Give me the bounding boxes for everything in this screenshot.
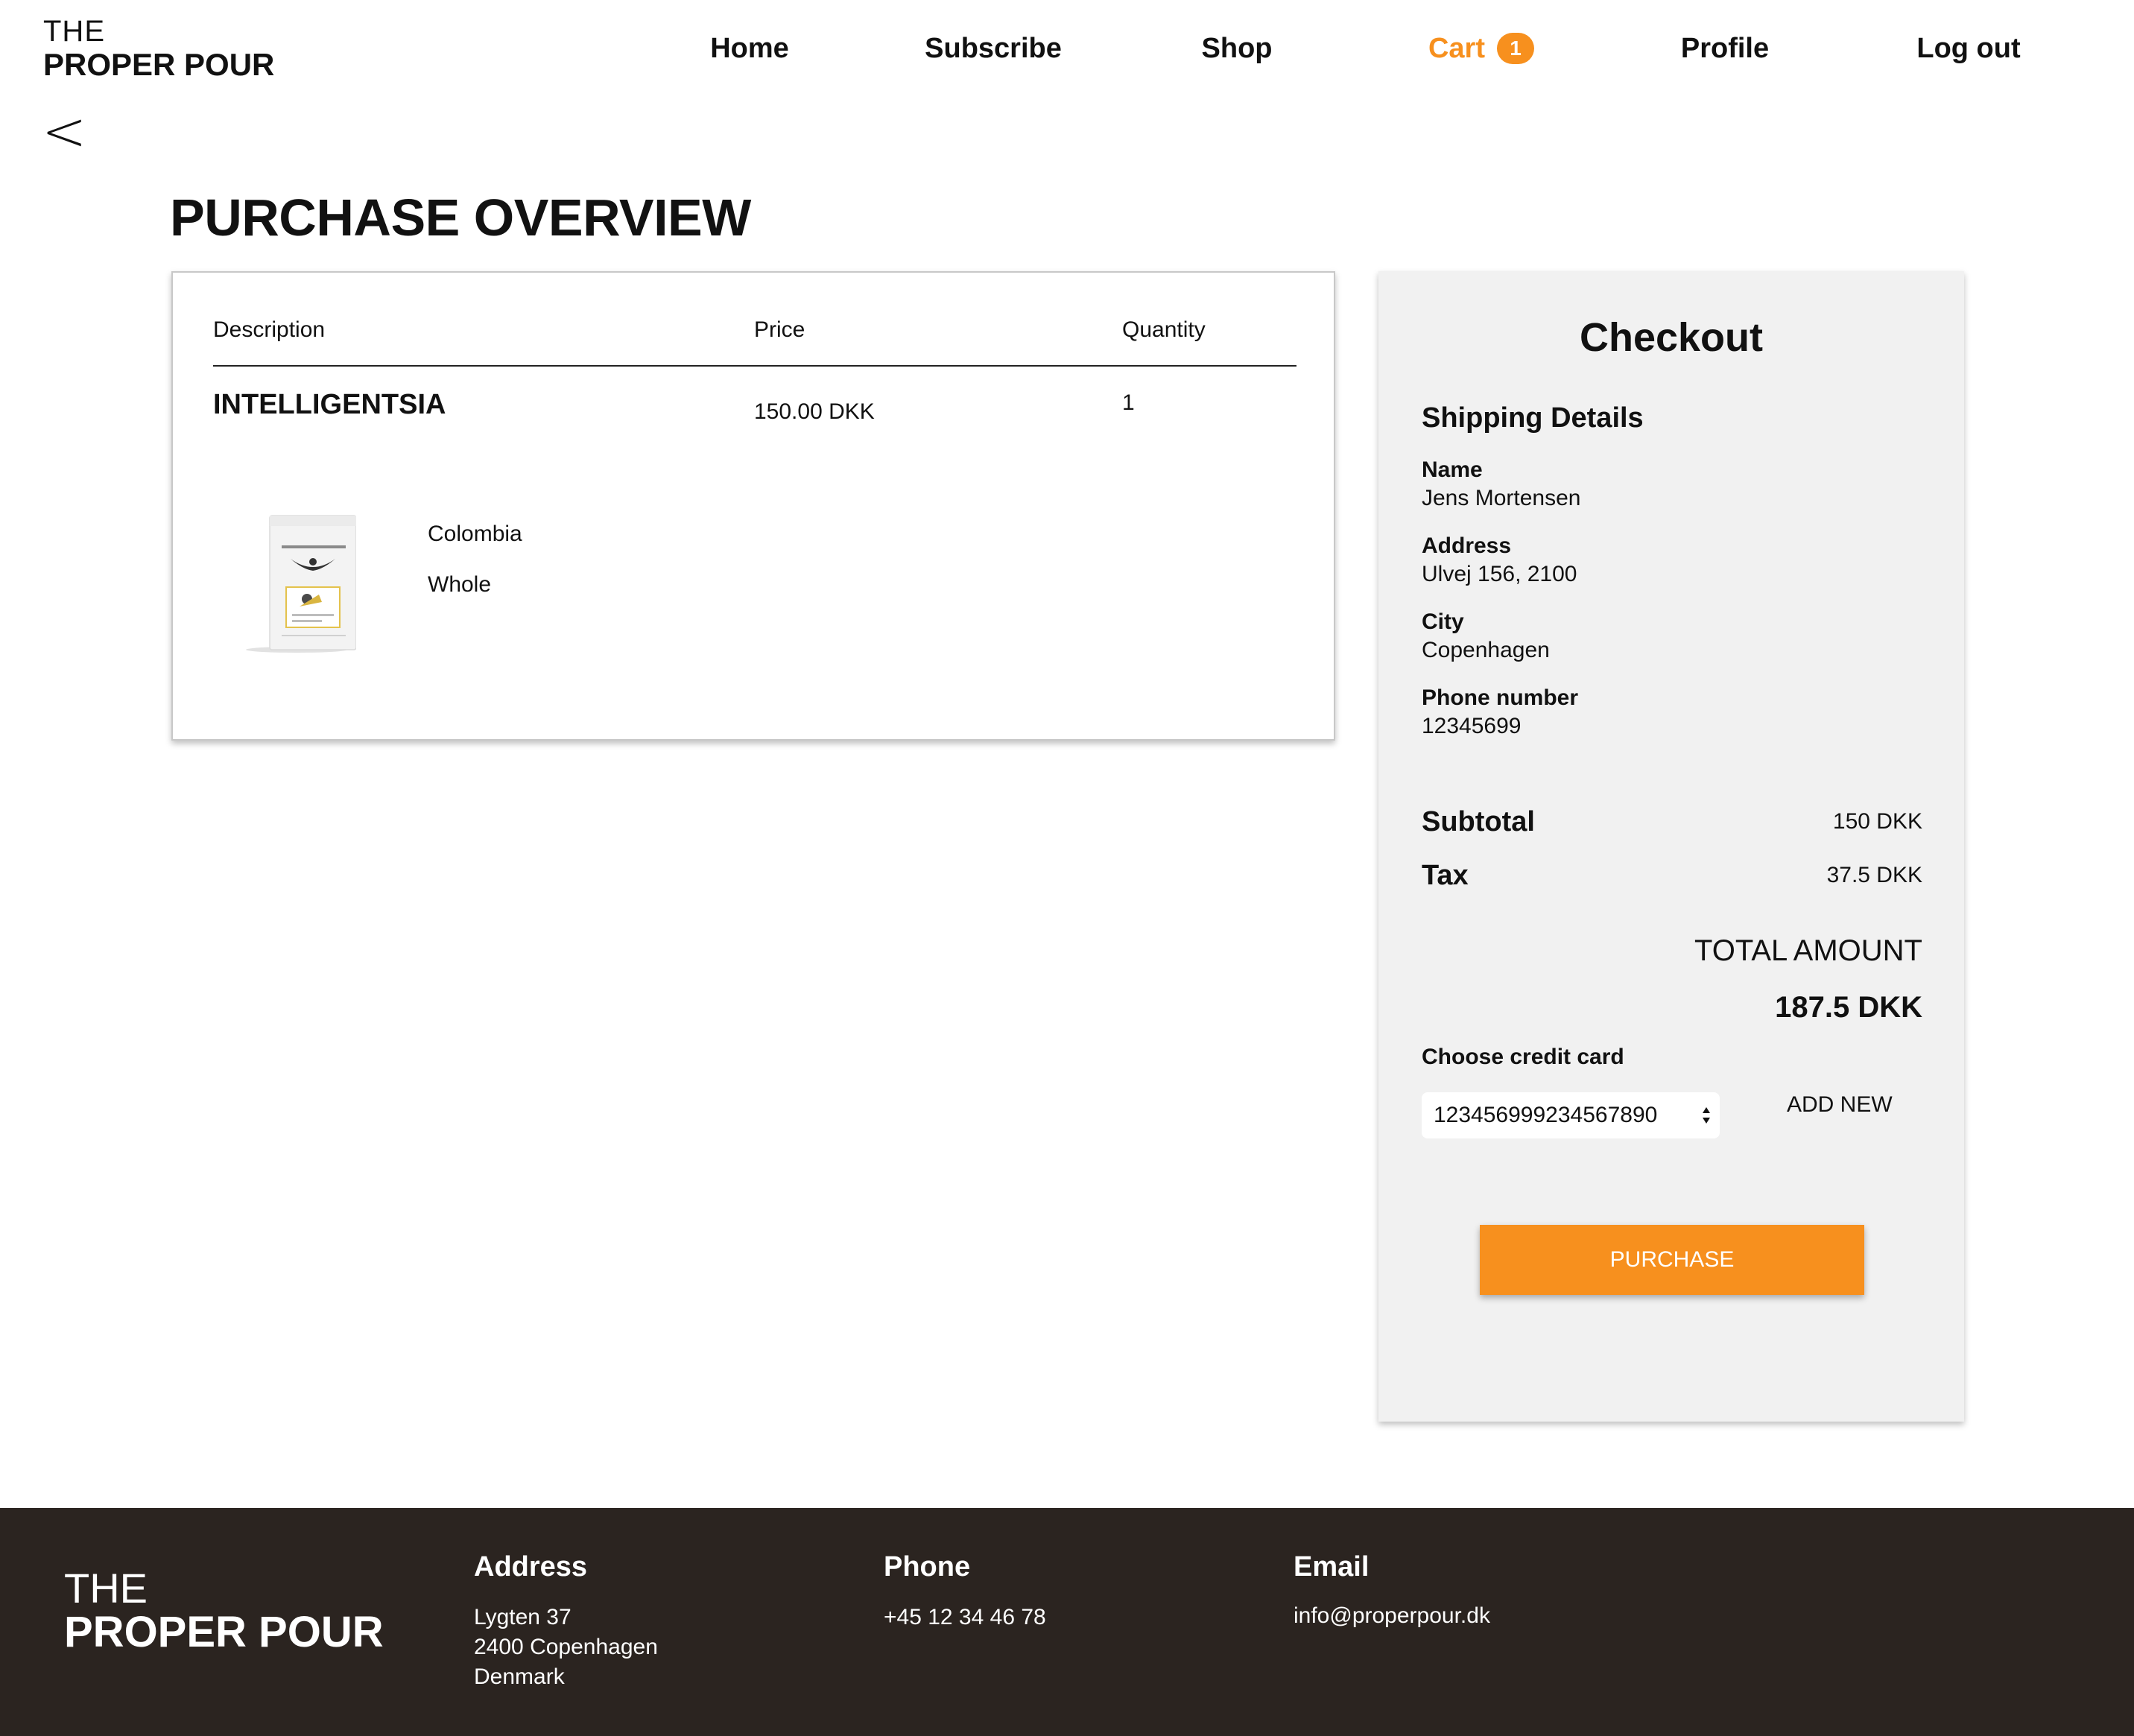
purchase-overview-card: Description Price Quantity INTELLIGENTSI… [171, 271, 1335, 741]
nav-logout[interactable]: Log out [1916, 33, 2020, 65]
add-new-card-button[interactable]: ADD NEW [1787, 1092, 1893, 1118]
purchase-button[interactable]: PURCHASE [1480, 1225, 1864, 1295]
footer-email-title: Email [1294, 1551, 1370, 1583]
product-origin: Colombia [428, 522, 522, 546]
header-divider [213, 365, 1296, 367]
total-amount-value: 187.5 DKK [1775, 991, 1922, 1024]
footer-address-line: Lygten 37 [474, 1605, 572, 1629]
product-price: 150.00 DKK [754, 399, 875, 424]
credit-card-label: Choose credit card [1422, 1045, 1624, 1069]
column-header-quantity: Quantity [1122, 317, 1206, 342]
cart-count-badge: 1 [1497, 33, 1535, 64]
nav-profile[interactable]: Profile [1681, 33, 1769, 65]
footer-logo-line-1: THE [64, 1565, 148, 1612]
nav-cart-label: Cart [1428, 33, 1486, 64]
checkout-panel: Checkout Shipping Details Name Jens Mort… [1378, 271, 1964, 1422]
main-nav: Home Subscribe Shop Cart 1 Profile Log ou… [0, 33, 2134, 75]
site-footer: THE PROPER POUR Address Lygten 37 2400 C… [0, 1508, 2134, 1736]
footer-logo: THE PROPER POUR [64, 1568, 384, 1654]
nav-home[interactable]: Home [710, 33, 789, 65]
name-label: Name [1422, 457, 1483, 482]
name-value: Jens Mortensen [1422, 486, 1581, 510]
product-grind: Whole [428, 572, 492, 597]
credit-card-select[interactable]: 123456999234567890 [1422, 1092, 1720, 1138]
subtotal-value: 150 DKK [1832, 809, 1922, 834]
phone-label: Phone number [1422, 685, 1579, 710]
tax-label: Tax [1422, 860, 1469, 891]
credit-card-selected-value: 123456999234567890 [1434, 1103, 1658, 1127]
checkout-title: Checkout [1579, 315, 1764, 360]
product-image [246, 515, 356, 653]
nav-cart[interactable]: Cart 1 [1428, 33, 1535, 65]
address-label: Address [1422, 533, 1512, 558]
total-amount-label: TOTAL AMOUNT [1694, 934, 1922, 967]
select-arrows-icon [1703, 1107, 1710, 1124]
product-quantity: 1 [1122, 390, 1135, 415]
page-title: PURCHASE OVERVIEW [170, 189, 751, 247]
tax-value: 37.5 DKK [1826, 863, 1922, 887]
footer-address-line: Denmark [474, 1664, 565, 1689]
address-value: Ulvej 156, 2100 [1422, 562, 1577, 586]
nav-shop[interactable]: Shop [1202, 33, 1273, 65]
footer-logo-line-2: PROPER POUR [64, 1608, 384, 1656]
back-arrow-icon[interactable]: < [42, 104, 86, 158]
city-value: Copenhagen [1422, 638, 1550, 662]
nav-subscribe[interactable]: Subscribe [925, 33, 1062, 65]
column-header-price: Price [754, 317, 805, 342]
shipping-details-title: Shipping Details [1422, 402, 1644, 434]
column-header-description: Description [213, 317, 326, 342]
footer-address-line: 2400 Copenhagen [474, 1635, 658, 1659]
subtotal-label: Subtotal [1422, 806, 1535, 837]
product-name: INTELLIGENTSIA [213, 389, 446, 420]
phone-value: 12345699 [1422, 714, 1522, 738]
footer-email[interactable]: info@properpour.dk [1294, 1603, 1490, 1629]
city-label: City [1422, 609, 1464, 634]
footer-phone[interactable]: +45 12 34 46 78 [884, 1605, 1046, 1630]
footer-phone-title: Phone [884, 1551, 971, 1583]
footer-address-title: Address [474, 1551, 588, 1583]
